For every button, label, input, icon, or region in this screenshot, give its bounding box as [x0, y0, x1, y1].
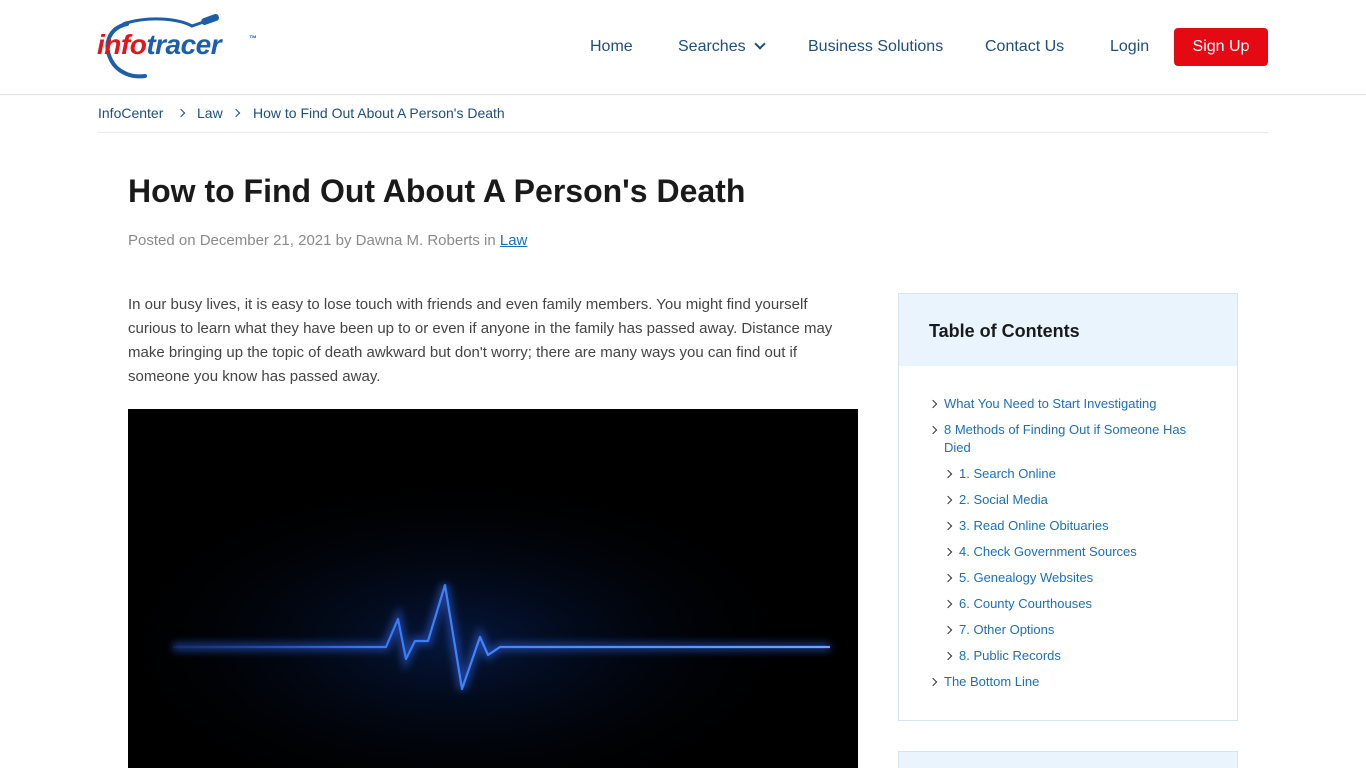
toc-subitem[interactable]: 6. County Courthouses	[943, 595, 1209, 613]
toc-item[interactable]: The Bottom Line	[928, 673, 1204, 691]
chevron-right-icon	[928, 677, 938, 687]
toc-item-label: 1. Search Online	[959, 466, 1056, 481]
post-meta-text: Posted on December 21, 2021 by Dawna M. …	[128, 232, 496, 249]
toc-item-label: 7. Other Options	[959, 622, 1055, 637]
toc-item-label: 2. Social Media	[959, 492, 1048, 507]
toc-item-label: 5. Genealogy Websites	[959, 570, 1094, 585]
toc-item[interactable]: What You Need to Start Investigating	[928, 395, 1204, 413]
toc-title: Table of Contents	[929, 321, 1080, 341]
sidebar-widget-header	[898, 751, 1238, 768]
chevron-right-icon	[943, 521, 953, 531]
chevron-right-icon	[928, 425, 938, 435]
toc-item-label: 8 Methods of Finding Out if Someone Has …	[944, 422, 1187, 455]
toc-subitem[interactable]: 4. Check Government Sources	[943, 543, 1209, 561]
toc-item-label: What You Need to Start Investigating	[944, 396, 1157, 411]
toc-subitem[interactable]: 1. Search Online	[943, 465, 1209, 483]
toc-item-label: 6. County Courthouses	[959, 596, 1092, 611]
chevron-right-icon	[943, 651, 953, 661]
chevron-right-icon	[943, 599, 953, 609]
breadcrumb-current[interactable]: How to Find Out About A Person's Death	[253, 103, 505, 123]
table-of-contents: Table of Contents What You Need to Start…	[898, 293, 1238, 721]
nav-home[interactable]: Home	[590, 28, 633, 66]
breadcrumb-law[interactable]: Law	[197, 103, 223, 123]
toc-item[interactable]: 8 Methods of Finding Out if Someone Has …	[928, 421, 1204, 457]
chevron-right-icon	[943, 625, 953, 635]
nav-contact-us[interactable]: Contact Us	[985, 28, 1064, 66]
intro-paragraph: In our busy lives, it is easy to lose to…	[128, 296, 833, 385]
category-link[interactable]: Law	[500, 232, 528, 249]
heartbeat-hero-image	[128, 409, 858, 768]
toc-item-label: 4. Check Government Sources	[959, 544, 1137, 559]
chevron-right-icon	[943, 469, 953, 479]
nav-business-solutions[interactable]: Business Solutions	[808, 28, 943, 66]
toc-subitem[interactable]: 3. Read Online Obituaries	[943, 517, 1209, 535]
chevron-right-icon	[231, 108, 241, 118]
nav-searches-label: Searches	[678, 38, 746, 55]
chevron-right-icon	[943, 495, 953, 505]
heartbeat-line-icon	[128, 409, 858, 768]
chevron-right-icon	[928, 399, 938, 409]
chevron-right-icon	[943, 547, 953, 557]
chevron-right-icon	[176, 108, 186, 118]
main-nav: Home Searches Business Solutions Contact…	[0, 28, 1366, 66]
toc-subitem[interactable]: 5. Genealogy Websites	[943, 569, 1209, 587]
post-meta: Posted on December 21, 2021 by Dawna M. …	[128, 231, 527, 251]
toc-header: Table of Contents	[899, 294, 1237, 366]
toc-item-label: 8. Public Records	[959, 648, 1061, 663]
sign-up-button[interactable]: Sign Up	[1174, 28, 1268, 66]
page-title: How to Find Out About A Person's Death	[128, 173, 746, 209]
nav-searches[interactable]: Searches	[678, 28, 766, 66]
toc-item-label: 3. Read Online Obituaries	[959, 518, 1109, 533]
toc-item-label: The Bottom Line	[944, 674, 1040, 689]
chevron-right-icon	[943, 573, 953, 583]
site-header: infotracer ™ Home Searches Business Solu…	[0, 0, 1366, 95]
toc-subitem[interactable]: 8. Public Records	[943, 647, 1209, 665]
breadcrumb-divider	[98, 132, 1268, 133]
toc-subitem[interactable]: 2. Social Media	[943, 491, 1209, 509]
chevron-down-icon	[753, 38, 766, 50]
nav-login[interactable]: Login	[1110, 28, 1149, 66]
breadcrumb-infocenter[interactable]: InfoCenter	[98, 103, 163, 123]
toc-subitem[interactable]: 7. Other Options	[943, 621, 1209, 639]
